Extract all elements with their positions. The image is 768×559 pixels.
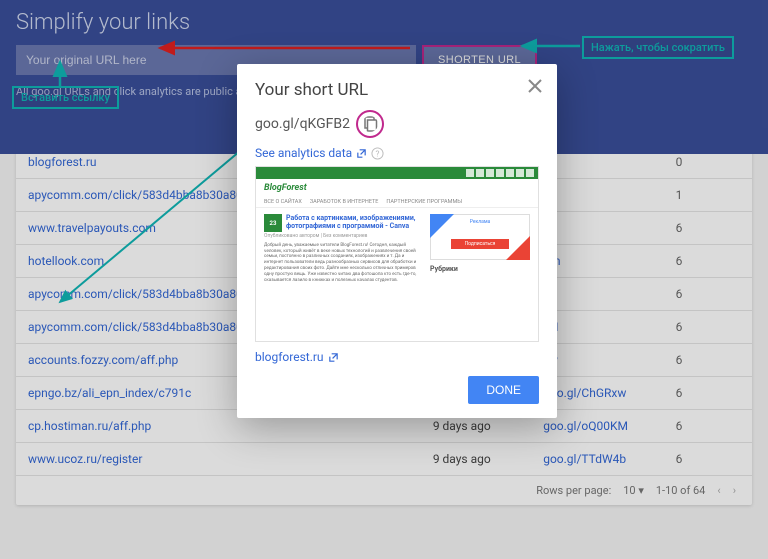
target-url-link[interactable]: blogforest.ru [255,350,539,364]
preview-logo: BlogForest [256,179,538,197]
analytics-link[interactable]: See analytics data ? [255,146,539,160]
done-button[interactable]: DONE [468,376,539,404]
preview-post-title: Работа с картинками, изображениями, фото… [264,214,424,231]
close-icon[interactable] [527,78,543,94]
target-preview: BlogForest ВСЕ О САЙТАХЗАРАБОТОК В ИНТЕР… [255,166,539,342]
external-link-icon [328,352,339,363]
short-url-text: goo.gl/qKGFB2 [255,116,350,132]
modal-title: Your short URL [255,80,539,100]
external-link-icon [356,148,367,159]
info-icon[interactable]: ? [371,147,384,160]
short-url-modal: Your short URL goo.gl/qKGFB2 See analyti… [237,64,557,418]
copy-icon[interactable] [356,110,384,138]
svg-text:?: ? [376,149,380,159]
